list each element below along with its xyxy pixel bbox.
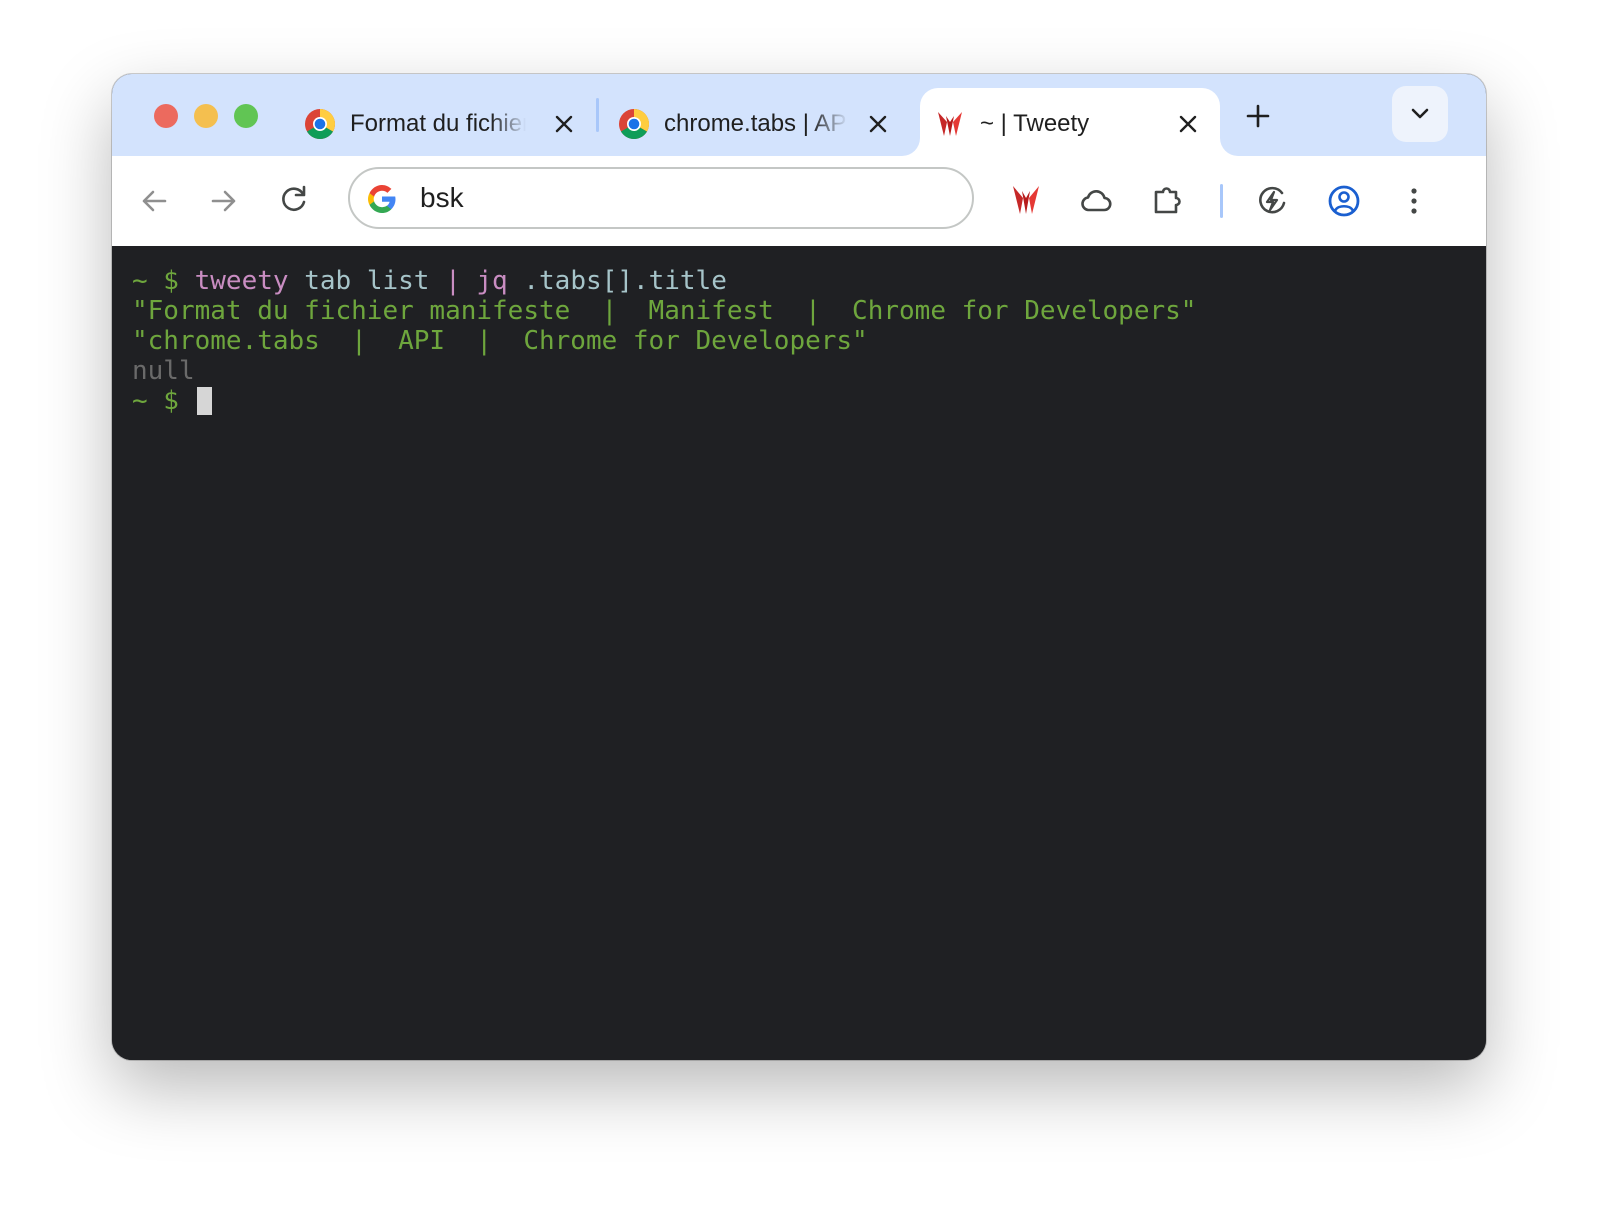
tweety-icon [938,112,962,136]
command-program: tweety [194,266,289,296]
terminal[interactable]: ~ $ tweety tab list | jq .tabs[].title "… [112,246,1486,1060]
tab-title: chrome.tabs | API | Chrome for Developer… [664,110,848,137]
extensions-puzzle-icon[interactable] [1150,182,1186,218]
chevron-down-icon [1411,108,1429,119]
omnibox-text[interactable]: bsk [420,169,464,227]
output-line: "Format du fichier manifeste | Manifest … [132,296,1197,326]
profile-icon[interactable] [1326,183,1362,219]
tab-strip: Format du fichier manifeste | Manifest |… [112,74,1486,156]
omnibox[interactable]: bsk [348,167,974,229]
google-icon [368,185,396,213]
filter-args: .tabs[].title [523,266,727,296]
output-line: null [132,356,195,386]
filter-program: jq [476,266,508,296]
browser-window: Format du fichier manifeste | Manifest |… [112,74,1486,1060]
zoom-window-button[interactable] [234,104,258,128]
toolbar: bsk [112,156,1486,247]
prompt: ~ $ [132,386,179,416]
close-tab-icon[interactable] [1176,112,1200,136]
tab-search-button[interactable] [1392,86,1448,142]
tweety-extension-icon[interactable] [1008,182,1044,218]
input-line[interactable]: ~ $ [132,386,212,416]
command-args: tab list [304,266,430,296]
tab-tweety[interactable]: ~ | Tweety [920,88,1220,156]
tab-manifest[interactable]: Format du fichier manifeste | Manifest |… [290,88,590,156]
close-tab-icon[interactable] [866,112,890,136]
tab-chrome-tabs[interactable]: chrome.tabs | API | Chrome for Developer… [604,88,904,156]
prompt: ~ $ [132,266,179,296]
pipe-symbol: | [445,266,461,296]
more-menu-icon[interactable] [1396,183,1432,219]
close-tab-icon[interactable] [552,112,576,136]
command-line: ~ $ tweety tab list | jq .tabs[].title [132,266,727,296]
cloud-icon[interactable] [1078,183,1114,219]
text-cursor [196,387,212,415]
new-tab-icon[interactable] [1242,100,1274,132]
output-line: "chrome.tabs | API | Chrome for Develope… [132,326,868,356]
tab-title: Format du fichier manifeste | Manifest |… [350,110,526,137]
reload-icon[interactable] [276,181,312,217]
forward-icon[interactable] [206,183,242,219]
toolbar-separator [1220,184,1223,218]
tab-separator [596,98,599,132]
back-icon[interactable] [136,183,172,219]
minimize-window-button[interactable] [194,104,218,128]
close-window-button[interactable] [154,104,178,128]
chrome-icon [305,109,336,140]
tab-title: ~ | Tweety [980,110,1090,137]
performance-icon[interactable] [1254,183,1290,219]
chrome-icon [619,109,650,140]
